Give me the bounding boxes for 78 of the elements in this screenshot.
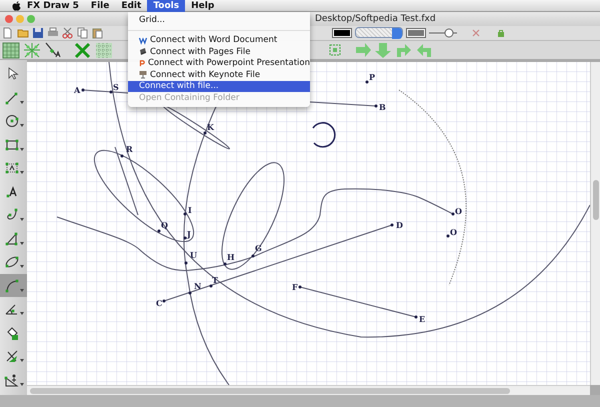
pages-document-icon [139, 47, 147, 56]
copy-icon[interactable] [77, 26, 89, 39]
point-marker[interactable] [188, 292, 192, 295]
point-marker[interactable] [446, 234, 450, 238]
new-document-icon[interactable] [2, 26, 14, 39]
point-label: H [227, 252, 235, 262]
point-label: J [187, 229, 191, 240]
point-marker[interactable] [298, 286, 302, 289]
menu-item[interactable]: Connect with Pages File [128, 46, 310, 58]
point-marker[interactable] [110, 90, 112, 94]
menu-bar-item[interactable]: File [84, 0, 116, 12]
keynote-icon [139, 70, 147, 80]
point-marker[interactable] [252, 254, 254, 258]
ellipse[interactable] [94, 150, 194, 242]
line-segment[interactable] [310, 102, 376, 107]
menu-bar-item[interactable]: Tools [147, 0, 186, 12]
word-document-icon [139, 36, 147, 45]
point-marker[interactable] [162, 300, 166, 303]
menu-item[interactable]: Grid... [128, 14, 310, 26]
point-label: T [212, 275, 218, 286]
line-segment[interactable] [300, 286, 416, 318]
menu-bar-item[interactable]: Help [185, 0, 220, 12]
point-label: E [419, 314, 426, 324]
ellipse[interactable] [162, 105, 230, 150]
point-marker[interactable] [158, 230, 160, 233]
vertical-scrollbar[interactable] [590, 62, 600, 386]
circle-arc[interactable] [312, 122, 336, 148]
close-button[interactable] [5, 14, 13, 23]
app-menu[interactable]: FX Draw 5 [21, 0, 85, 12]
point-label: O [450, 227, 457, 238]
point-marker[interactable] [366, 80, 368, 84]
point-label: F [292, 282, 298, 292]
folder-icon[interactable] [17, 26, 29, 39]
cross-icon[interactable] [74, 42, 92, 59]
point-label: P [369, 72, 376, 82]
point-label: S [113, 82, 119, 92]
point-label: I [188, 205, 192, 216]
point-marker[interactable] [374, 104, 378, 108]
point-marker[interactable] [452, 212, 454, 216]
grid-icon[interactable] [2, 42, 20, 59]
line-segment[interactable] [114, 146, 138, 216]
line-width-slider[interactable] [429, 28, 457, 38]
scissors-icon[interactable] [62, 26, 74, 39]
point-marker[interactable] [210, 284, 212, 288]
dotted-grid-icon[interactable] [95, 42, 113, 59]
point-marker[interactable] [120, 154, 124, 158]
point-marker[interactable] [390, 224, 394, 227]
menu-item[interactable]: Connect with Word Document [128, 34, 310, 46]
horizontal-scrollbar[interactable] [27, 385, 590, 396]
menu-bar-item[interactable]: Edit [115, 0, 148, 12]
point-label: C [156, 298, 162, 308]
point-marker[interactable] [82, 88, 84, 92]
line-segment[interactable] [82, 90, 128, 94]
window-title: Desktop/Softpedia Test.fxd [315, 14, 436, 24]
point-label: K [207, 122, 214, 132]
fill-color-swatch[interactable] [406, 28, 426, 38]
point-label: D [396, 220, 403, 230]
point-label: O [455, 206, 462, 216]
presentation-icon [139, 58, 145, 68]
printer-icon[interactable] [47, 26, 59, 39]
point-marker[interactable] [184, 236, 186, 240]
line-color-swatch[interactable] [332, 28, 352, 38]
point-label: U [190, 250, 197, 260]
pointer-icon[interactable] [44, 42, 62, 59]
point-label: A [74, 85, 80, 96]
point-marker[interactable] [204, 132, 206, 135]
save-icon[interactable] [32, 26, 44, 39]
point-label: B [379, 102, 386, 112]
apple-icon[interactable] [12, 0, 21, 10]
point-label: N [194, 281, 202, 292]
point-marker[interactable] [184, 262, 188, 265]
ellipse[interactable] [221, 162, 285, 270]
point-marker[interactable] [414, 316, 418, 319]
point-marker[interactable] [224, 262, 226, 266]
menu-item[interactable]: Connect with Keynote File [128, 69, 310, 80]
paste-icon[interactable] [92, 26, 104, 39]
point-marker[interactable] [184, 212, 186, 216]
menu-item[interactable]: Connect with file... [128, 80, 310, 92]
